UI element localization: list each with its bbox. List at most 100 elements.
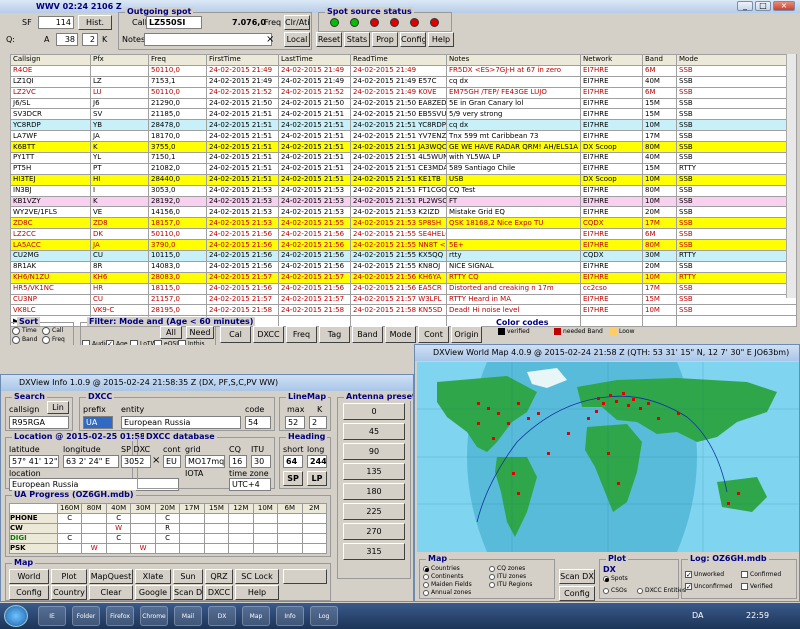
log-item[interactable]: Confirmed (741, 571, 781, 578)
column-header[interactable]: Mode (676, 54, 797, 66)
map-action-button[interactable]: Config (9, 585, 49, 600)
need-button[interactable]: Need (186, 326, 214, 339)
table-row[interactable]: KB1VZY K 28192,0 24-02-2015 21:53 24-02-2015… (10, 195, 797, 208)
taskbar-app-icon[interactable]: Firefox (106, 606, 134, 626)
map-action-button[interactable]: DXCC (205, 585, 233, 600)
spot-marker[interactable] (587, 417, 590, 420)
antenna-preset-button[interactable]: 180 (343, 483, 405, 500)
itu-field[interactable]: 30 (251, 455, 271, 468)
spot-marker[interactable] (609, 394, 612, 397)
config-button[interactable]: Config (400, 32, 426, 47)
map-action-button[interactable]: Google (135, 585, 171, 600)
antenna-preset-button[interactable]: 270 (343, 523, 405, 540)
spot-marker[interactable] (497, 412, 500, 415)
taskbar-app-icon[interactable]: Mail (174, 606, 202, 626)
map-action-button[interactable]: Scan DX (173, 585, 203, 600)
sort-option[interactable]: Net (12, 344, 42, 345)
spot-marker[interactable] (607, 452, 610, 455)
table-row[interactable]: PY1TT YL 7150,1 24-02-2015 21:51 24-02-2015 … (10, 152, 797, 164)
spot-marker[interactable] (622, 392, 625, 395)
column-header[interactable]: Freq (148, 54, 207, 66)
taskbar-app-icon[interactable]: Info (276, 606, 304, 626)
filter-button[interactable]: Mode (385, 326, 416, 343)
plot-item[interactable]: DXCC Entities (637, 587, 686, 594)
code-field[interactable]: 54 (245, 416, 271, 429)
map-action-button[interactable]: QRZ (205, 569, 233, 584)
k-field-info[interactable]: 2 (309, 416, 327, 429)
table-row[interactable]: LZ1QI LZ 7153,1 24-02-2015 21:49 24-02-2015 … (10, 75, 797, 88)
filter-item[interactable]: LoTW (130, 340, 157, 345)
filter-item[interactable]: Audio (82, 340, 109, 345)
map-option[interactable]: Annual zones (423, 589, 471, 596)
antenna-preset-button[interactable]: 45 (343, 423, 405, 440)
map-option[interactable]: CQ zones (489, 565, 525, 572)
sort-option[interactable]: Call (42, 326, 72, 335)
column-header[interactable]: LastTime (278, 54, 351, 66)
spot-marker[interactable] (507, 422, 510, 425)
column-header[interactable]: Notes (446, 54, 581, 66)
map-option[interactable]: Continents (423, 573, 463, 580)
filter-item[interactable]: Inthis (178, 340, 205, 345)
map-action-button[interactable]: Help (235, 585, 279, 600)
spot-marker[interactable] (517, 492, 520, 495)
notes-field[interactable] (144, 33, 272, 46)
column-header[interactable]: FirstTime (206, 54, 279, 66)
column-header[interactable]: Network (580, 54, 643, 66)
table-row[interactable]: CU2MG CU 10115,0 24-02-2015 21:56 24-02-2015… (10, 250, 797, 262)
column-header[interactable]: ReadTime (350, 54, 447, 66)
spot-marker[interactable] (597, 397, 600, 400)
filter-button[interactable]: Band (352, 326, 383, 343)
taskbar-app-icon[interactable]: IE (38, 606, 66, 626)
hist-button[interactable]: Hist. (78, 15, 112, 30)
help-button[interactable]: Help (428, 32, 454, 47)
table-row[interactable]: WY2VE/1FLS VE 14156,0 24-02-2015 21:53 24-02… (10, 206, 797, 219)
map-action-button[interactable]: Sun (173, 569, 203, 584)
table-row[interactable]: KH6/N1ZU KH6 28083,0 24-02-2015 21:57 24-02-… (10, 271, 797, 284)
column-header[interactable]: Callsign (10, 54, 91, 66)
antenna-preset-button[interactable]: 225 (343, 503, 405, 520)
lp-button[interactable]: LP (307, 471, 327, 486)
latitude-field[interactable]: 57° 41' 12" N (9, 455, 59, 468)
map-action-button[interactable]: MapQuest (89, 569, 133, 584)
log-item[interactable]: Unconfirmed (685, 583, 732, 590)
taskbar-app-icon[interactable]: DX (208, 606, 236, 626)
map-config-button[interactable]: Config (559, 586, 595, 601)
spot-marker[interactable] (527, 417, 530, 420)
callsign-field[interactable]: R95RGA (9, 416, 69, 429)
lin-button[interactable]: Lin (47, 401, 69, 414)
all-button[interactable]: All (160, 326, 182, 339)
table-row[interactable]: LA5ACC JA 3790,0 24-02-2015 21:56 24-02-2015… (10, 239, 797, 252)
table-row[interactable]: IN3BJ I 3053,0 24-02-2015 21:53 24-02-2015 2… (10, 184, 797, 197)
k-field[interactable]: 2 (82, 33, 98, 46)
table-row[interactable]: 8R1AK 8R 14083,0 24-02-2015 21:56 24-02-2015… (10, 260, 797, 273)
filter-button[interactable]: Tag (319, 326, 350, 343)
spot-marker[interactable] (537, 412, 540, 415)
plot-item[interactable]: CSOs (603, 587, 627, 594)
spot-marker[interactable] (632, 398, 635, 401)
map-action-button[interactable]: Plot (51, 569, 87, 584)
minimize-button[interactable]: _ (737, 1, 753, 11)
table-row[interactable]: SV3DCR SV 21185,0 24-02-2015 21:51 24-02-201… (10, 108, 797, 121)
entity-select[interactable]: European Russia (121, 416, 241, 429)
spot-marker[interactable] (487, 407, 490, 410)
map-action-button[interactable]: World (9, 569, 49, 584)
taskbar-app-icon[interactable]: Folder (72, 606, 100, 626)
filter-item[interactable]: Age (106, 340, 128, 345)
filter-button[interactable]: Freq (286, 326, 317, 343)
table-row[interactable]: K6BTT K 3755,0 24-02-2015 21:51 24-02-2015 2… (10, 141, 797, 154)
sf-field[interactable]: 114 (38, 16, 74, 29)
spot-marker[interactable] (615, 400, 618, 403)
spot-marker[interactable] (517, 402, 520, 405)
short-field[interactable]: 64 (283, 455, 303, 468)
map-option[interactable]: ITU Regions (489, 581, 532, 588)
table-row[interactable]: ZD8C ZD8 18157,0 24-02-2015 21:53 24-02-2015… (10, 217, 797, 230)
table-row[interactable]: VK8LC VK9-C 28195,0 24-02-2015 21:58 24-02-2… (10, 304, 797, 317)
table-row[interactable]: R4OE 50110,0 24-02-2015 21:49 24-02-2015 21… (10, 64, 797, 77)
scan-dx-button[interactable]: Scan DX (559, 569, 595, 584)
table-row[interactable]: LZ2CC DK 50110,0 24-02-2015 21:56 24-02-2015… (10, 228, 797, 241)
spot-marker[interactable] (677, 412, 680, 415)
spot-marker[interactable] (512, 472, 515, 475)
call-field[interactable]: LZ550SI (146, 16, 202, 29)
sp-dxc-field[interactable]: 3052 (121, 455, 151, 468)
column-header[interactable]: Pfx (90, 54, 149, 66)
